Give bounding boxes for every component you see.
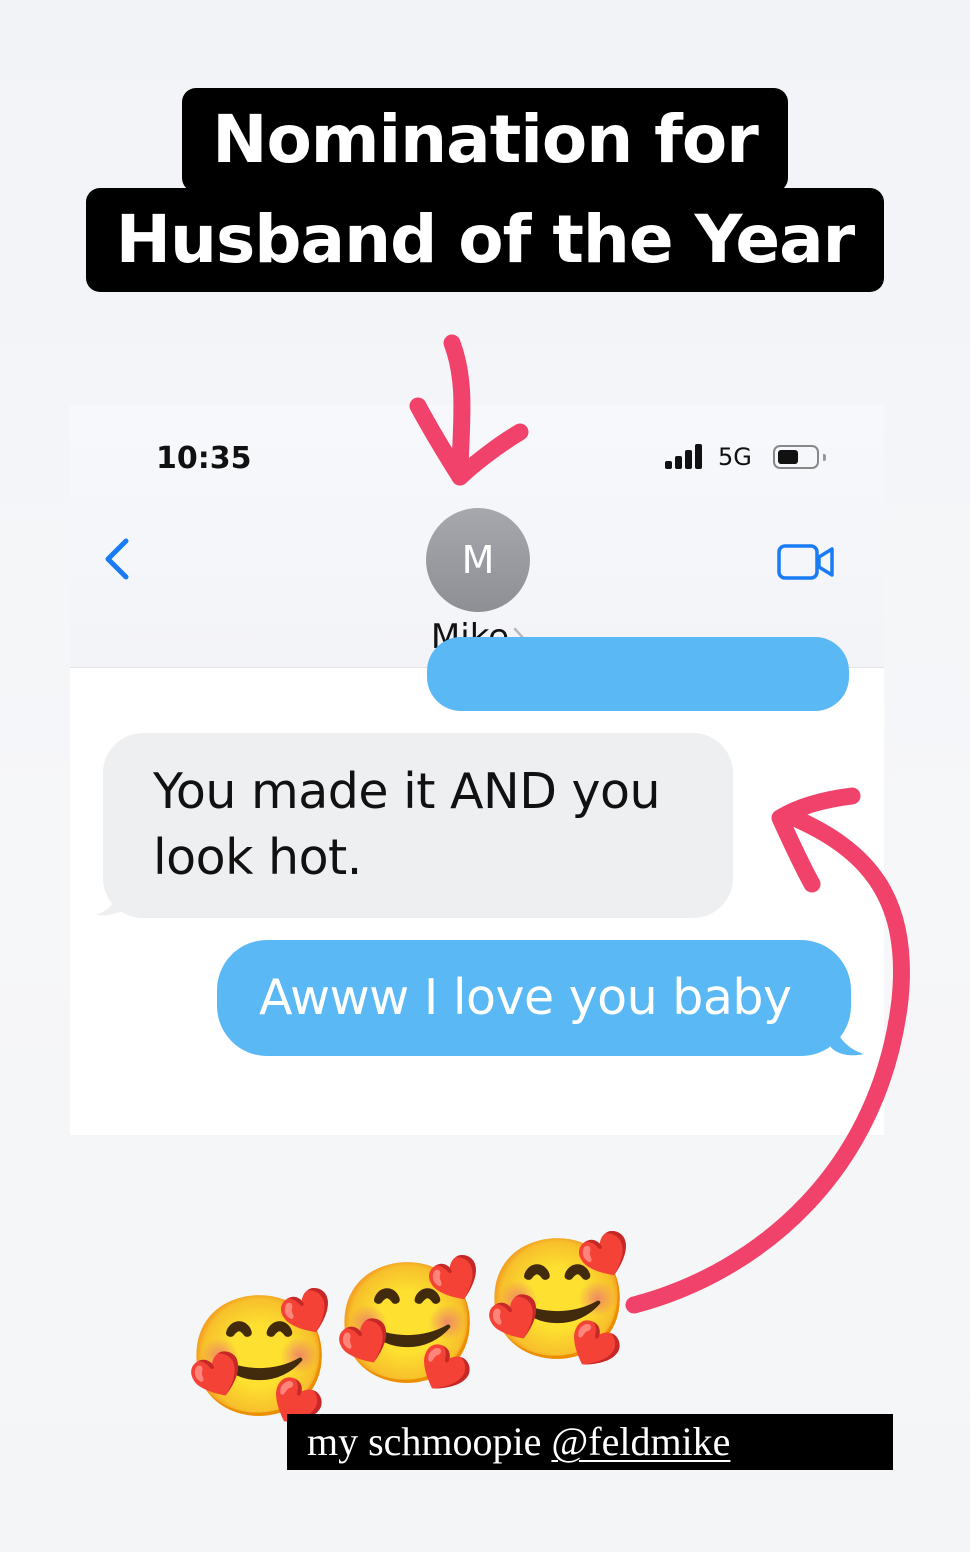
network-type: 5G — [718, 443, 752, 471]
message-thread: You made it AND you look hot. Awww I lov… — [70, 637, 884, 1135]
previous-outgoing-bubble — [427, 637, 849, 711]
smiling-face-with-hearts-icon: 🥰 — [186, 1287, 333, 1425]
headline-line-2: Husband of the Year — [85, 188, 885, 292]
video-call-icon[interactable] — [776, 543, 836, 581]
caption-sticker: my schmoopie @feldmike — [287, 1414, 893, 1470]
back-chevron-icon[interactable] — [100, 535, 134, 583]
conversation-header: 10:35 5G M Mike — [70, 405, 884, 668]
smiling-face-with-hearts-icon: 🥰 — [484, 1230, 631, 1368]
status-time: 10:35 — [156, 441, 252, 476]
smiling-face-with-hearts-icon: 🥰 — [334, 1254, 481, 1392]
headline-line-1: Nomination for — [182, 88, 788, 192]
avatar[interactable]: M — [426, 508, 530, 612]
outgoing-message-bubble[interactable]: Awww I love you baby — [217, 940, 851, 1056]
incoming-message-line: look hot. — [153, 829, 362, 886]
headline: Nomination for Husband of the Year — [0, 88, 970, 292]
caption-text: my schmoopie — [307, 1419, 542, 1464]
mention-link[interactable]: @feldmike — [551, 1419, 730, 1464]
incoming-message-bubble[interactable]: You made it AND you look hot. — [103, 733, 733, 918]
messages-screenshot: 10:35 5G M Mike You made it AND you l — [70, 405, 884, 1135]
battery-icon — [773, 445, 826, 469]
incoming-message-line: You made it AND you — [153, 763, 661, 820]
signal-bars-icon — [665, 443, 709, 469]
